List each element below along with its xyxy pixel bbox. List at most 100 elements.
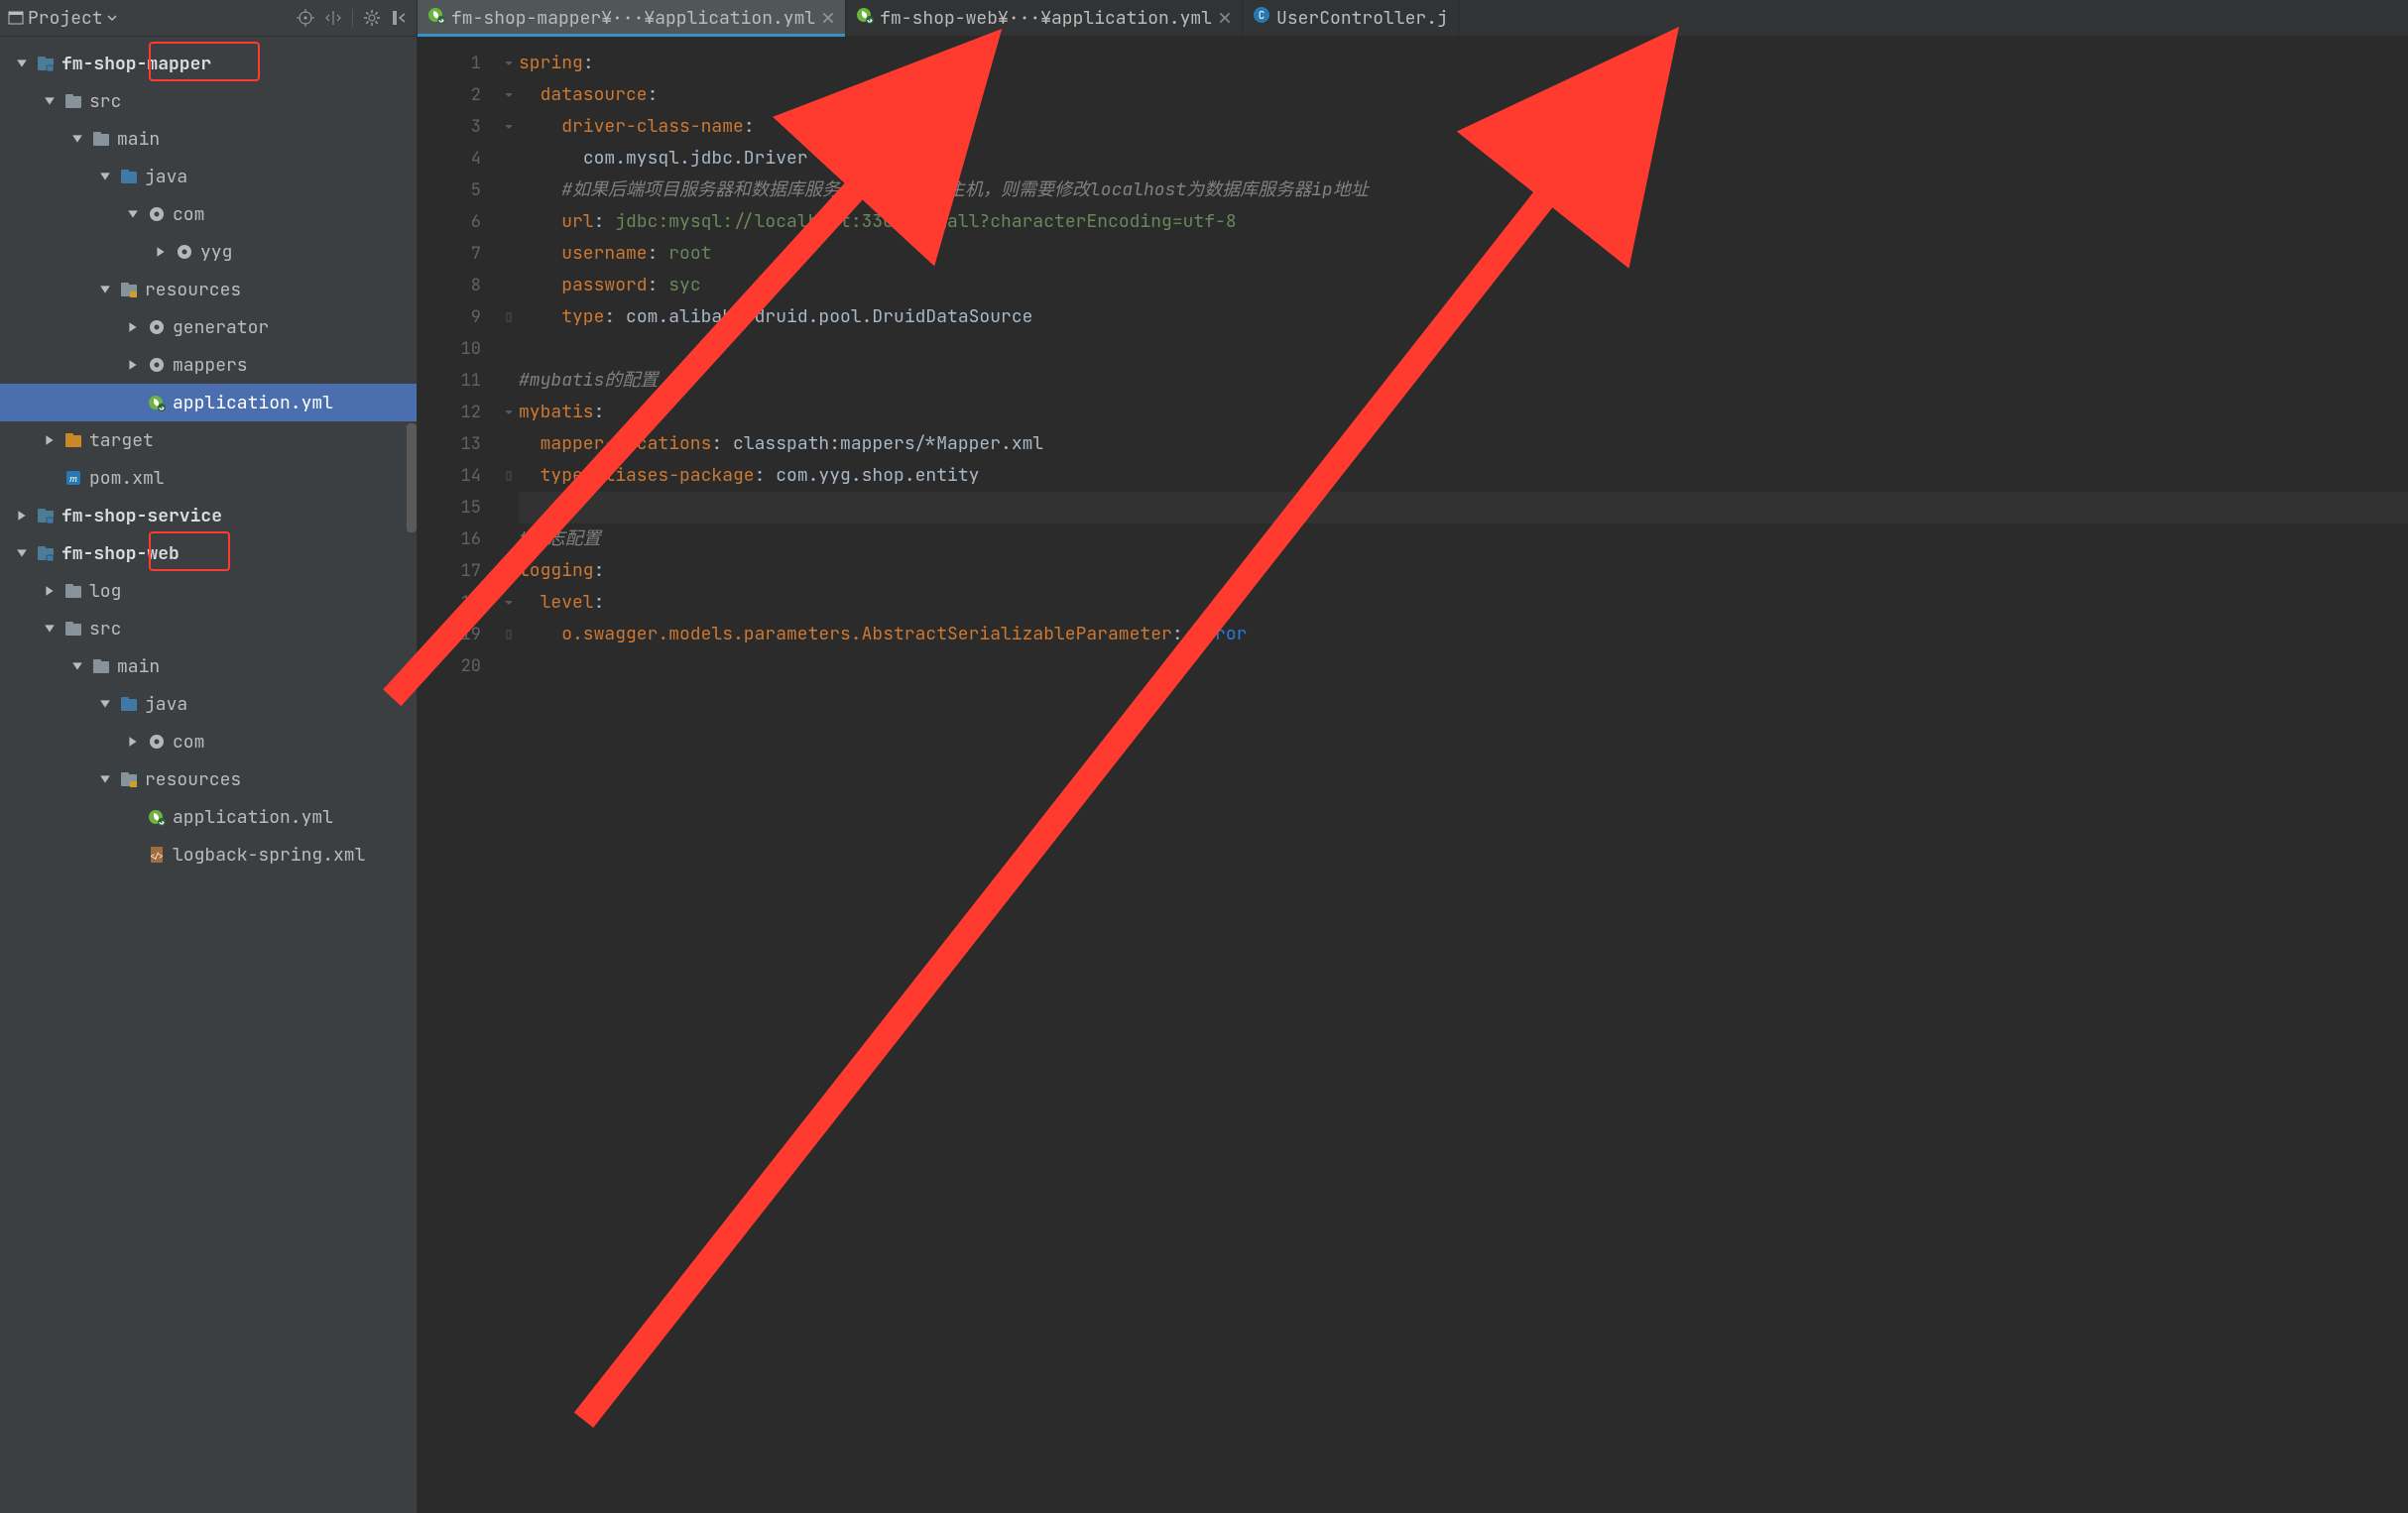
line-number: 17 xyxy=(418,555,481,587)
close-icon[interactable] xyxy=(1218,11,1232,25)
tree-folder[interactable]: main xyxy=(0,647,417,685)
tree-expand-toggle[interactable] xyxy=(125,359,141,371)
tree-expand-toggle[interactable] xyxy=(125,208,141,220)
tree-item-label: main xyxy=(117,128,160,151)
tree-expand-toggle[interactable] xyxy=(14,510,30,522)
folder-icon xyxy=(63,92,83,110)
project-icon xyxy=(8,10,24,26)
project-tool-buttons xyxy=(297,9,409,27)
fold-handle[interactable] xyxy=(499,301,519,333)
tree-expand-toggle[interactable] xyxy=(14,58,30,69)
tree-item-label: log xyxy=(89,580,121,603)
editor-tab[interactable]: fm-shop-mapper¥···¥application.yml xyxy=(418,0,846,36)
editor[interactable]: 1234567891011121314151617181920 spring: … xyxy=(418,36,2408,1513)
tree-folder[interactable]: resources xyxy=(0,760,417,798)
tree-expand-toggle[interactable] xyxy=(125,321,141,333)
tree-folder[interactable]: mappers xyxy=(0,346,417,384)
fold-handle[interactable] xyxy=(499,111,519,143)
spring-icon xyxy=(147,808,167,826)
tree-expand-toggle[interactable] xyxy=(97,698,113,710)
fold-handle[interactable] xyxy=(499,619,519,650)
close-icon[interactable] xyxy=(821,11,835,25)
folder-src-icon xyxy=(119,695,139,713)
tree-file[interactable]: </>logback-spring.xml xyxy=(0,836,417,873)
svg-text:m: m xyxy=(69,473,77,485)
fold-handle[interactable] xyxy=(499,48,519,79)
fold-column[interactable] xyxy=(499,36,519,1513)
tree-folder[interactable]: com xyxy=(0,195,417,233)
tree-expand-toggle[interactable] xyxy=(69,660,85,672)
line-number: 16 xyxy=(418,524,481,555)
fold-handle[interactable] xyxy=(499,460,519,492)
tree-folder[interactable]: src xyxy=(0,82,417,120)
tree-expand-toggle[interactable] xyxy=(97,171,113,182)
tree-folder[interactable]: log xyxy=(0,572,417,610)
split-icon[interactable] xyxy=(324,9,342,27)
tree-item-label: main xyxy=(117,655,160,678)
fold-handle xyxy=(499,206,519,238)
tree-folder[interactable]: target xyxy=(0,421,417,459)
tree-expand-toggle[interactable] xyxy=(42,623,58,635)
line-number: 11 xyxy=(418,365,481,397)
project-view-selector[interactable]: Project xyxy=(8,7,289,30)
fold-handle[interactable] xyxy=(499,79,519,111)
collapse-icon[interactable] xyxy=(391,9,409,27)
editor-tab[interactable]: fm-shop-web¥···¥application.yml xyxy=(846,0,1243,36)
xml-icon: </> xyxy=(147,846,167,864)
tree-folder[interactable]: fm-shop-service xyxy=(0,497,417,534)
line-number: 3 xyxy=(418,111,481,143)
tree-item-label: target xyxy=(89,429,154,452)
tree-folder[interactable]: fm-shop-web xyxy=(0,534,417,572)
code-line: spring: xyxy=(519,48,2408,79)
tree-expand-toggle[interactable] xyxy=(42,434,58,446)
line-number: 18 xyxy=(418,587,481,619)
tree-file[interactable]: mpom.xml xyxy=(0,459,417,497)
tree-file[interactable]: application.yml xyxy=(0,798,417,836)
line-number: 14 xyxy=(418,460,481,492)
fold-handle[interactable] xyxy=(499,555,519,587)
line-number: 5 xyxy=(418,175,481,206)
tree-folder[interactable]: generator xyxy=(0,308,417,346)
tree-expand-toggle[interactable] xyxy=(153,246,169,258)
fold-handle[interactable] xyxy=(499,397,519,428)
code-line: type-aliases-package: com.yyg.shop.entit… xyxy=(519,460,2408,492)
tree-expand-toggle[interactable] xyxy=(125,736,141,748)
tree-folder[interactable]: java xyxy=(0,685,417,723)
tree-folder[interactable]: java xyxy=(0,158,417,195)
scrollbar-thumb[interactable] xyxy=(407,423,417,532)
code-line: password: syc xyxy=(519,270,2408,301)
tree-folder[interactable]: resources xyxy=(0,271,417,308)
code-line: #mybatis的配置 xyxy=(519,365,2408,397)
tree-expand-toggle[interactable] xyxy=(42,585,58,597)
code-line: url: jdbc:mysql://localhost:3306/fmmall?… xyxy=(519,206,2408,238)
tree-folder[interactable]: src xyxy=(0,610,417,647)
line-number: 19 xyxy=(418,619,481,650)
tree-expand-toggle[interactable] xyxy=(14,547,30,559)
code-line: username: root xyxy=(519,238,2408,270)
tree-item-label: com xyxy=(173,203,204,226)
tree-expand-toggle[interactable] xyxy=(97,284,113,295)
tree-expand-toggle[interactable] xyxy=(97,773,113,785)
tree-folder[interactable]: fm-shop-mapper xyxy=(0,45,417,82)
code-line: #日志配置 xyxy=(519,524,2408,555)
tree-file[interactable]: application.yml xyxy=(0,384,417,421)
tree-expand-toggle[interactable] xyxy=(42,95,58,107)
tree-folder[interactable]: com xyxy=(0,723,417,760)
code-line xyxy=(519,333,2408,365)
fold-handle[interactable] xyxy=(499,587,519,619)
editor-tab-label: fm-shop-mapper¥···¥application.yml xyxy=(451,7,815,30)
target-icon[interactable] xyxy=(297,9,314,27)
tree-folder[interactable]: main xyxy=(0,120,417,158)
tree-expand-toggle[interactable] xyxy=(69,133,85,145)
fold-handle xyxy=(499,650,519,682)
ide-root: Project fm-shop-mappersrcmainjavacomyygr… xyxy=(0,0,2408,1513)
folder-icon xyxy=(91,130,111,148)
fold-handle xyxy=(499,492,519,524)
project-tree[interactable]: fm-shop-mappersrcmainjavacomyygresources… xyxy=(0,37,417,1513)
code-content[interactable]: spring: datasource: driver-class-name: c… xyxy=(519,36,2408,1513)
fold-handle xyxy=(499,270,519,301)
editor-tab[interactable]: CUserController.j xyxy=(1243,0,1459,36)
gear-icon[interactable] xyxy=(363,9,381,27)
tree-folder[interactable]: yyg xyxy=(0,233,417,271)
tree-item-label: fm-shop-mapper xyxy=(61,53,211,75)
